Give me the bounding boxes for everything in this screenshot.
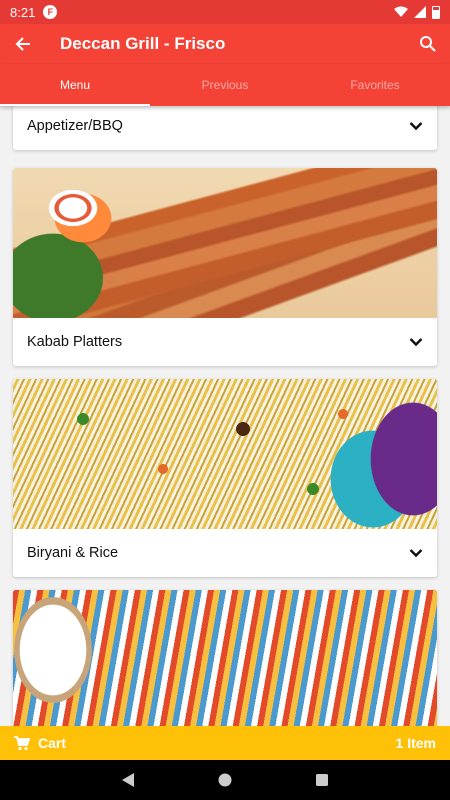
cart-count: 1 Item xyxy=(395,735,436,751)
category-row[interactable]: Biryani & Rice xyxy=(13,529,437,577)
nav-home-button[interactable] xyxy=(215,770,235,790)
system-nav-bar xyxy=(0,760,450,800)
category-card-curry[interactable] xyxy=(13,590,437,726)
cart-bar[interactable]: Cart 1 Item xyxy=(0,726,450,760)
curry-photo xyxy=(13,590,437,726)
battery-icon xyxy=(432,5,440,19)
cart-label: Cart xyxy=(38,735,67,751)
back-button[interactable] xyxy=(0,24,46,64)
circle-home-icon xyxy=(218,773,232,787)
wifi-icon xyxy=(394,6,408,17)
tab-menu[interactable]: Menu xyxy=(0,64,150,106)
category-card-kabab[interactable]: Kabab Platters xyxy=(13,168,437,366)
arrow-left-icon xyxy=(15,37,30,51)
chevron-down-icon xyxy=(409,549,423,558)
tab-previous[interactable]: Previous xyxy=(150,64,300,106)
nav-recents-button[interactable] xyxy=(312,770,332,790)
kabab-photo xyxy=(13,168,437,318)
category-row[interactable]: Appetizer/BBQ xyxy=(13,106,437,150)
category-card-appetizer[interactable]: Appetizer/BBQ xyxy=(13,106,437,150)
tab-bar: Menu Previous Favorites xyxy=(0,64,450,106)
app-bar: Deccan Grill - Frisco xyxy=(0,24,450,64)
category-label: Biryani & Rice xyxy=(27,545,119,561)
status-time: 8:21 xyxy=(10,4,36,20)
app-notification-icon: F xyxy=(43,5,58,19)
page-title: Deccan Grill - Frisco xyxy=(60,34,226,53)
nav-back-button[interactable] xyxy=(118,770,138,790)
search-button[interactable] xyxy=(406,24,450,64)
category-label: Appetizer/BBQ xyxy=(27,118,123,134)
triangle-back-icon xyxy=(122,773,135,787)
category-label: Kabab Platters xyxy=(27,334,123,350)
chevron-down-icon xyxy=(409,122,423,131)
tab-favorites[interactable]: Favorites xyxy=(300,64,450,106)
category-row[interactable]: Kabab Platters xyxy=(13,318,437,366)
status-bar: 8:21 F xyxy=(0,0,450,24)
chevron-down-icon xyxy=(409,338,423,347)
cart-icon xyxy=(14,735,30,750)
category-list: Appetizer/BBQ Kabab Platters Biryani & R… xyxy=(0,106,450,726)
signal-icon xyxy=(414,6,426,18)
category-card-biryani[interactable]: Biryani & Rice xyxy=(13,379,437,577)
biryani-photo xyxy=(13,379,437,529)
search-icon xyxy=(420,36,436,52)
square-recents-icon xyxy=(315,774,328,786)
